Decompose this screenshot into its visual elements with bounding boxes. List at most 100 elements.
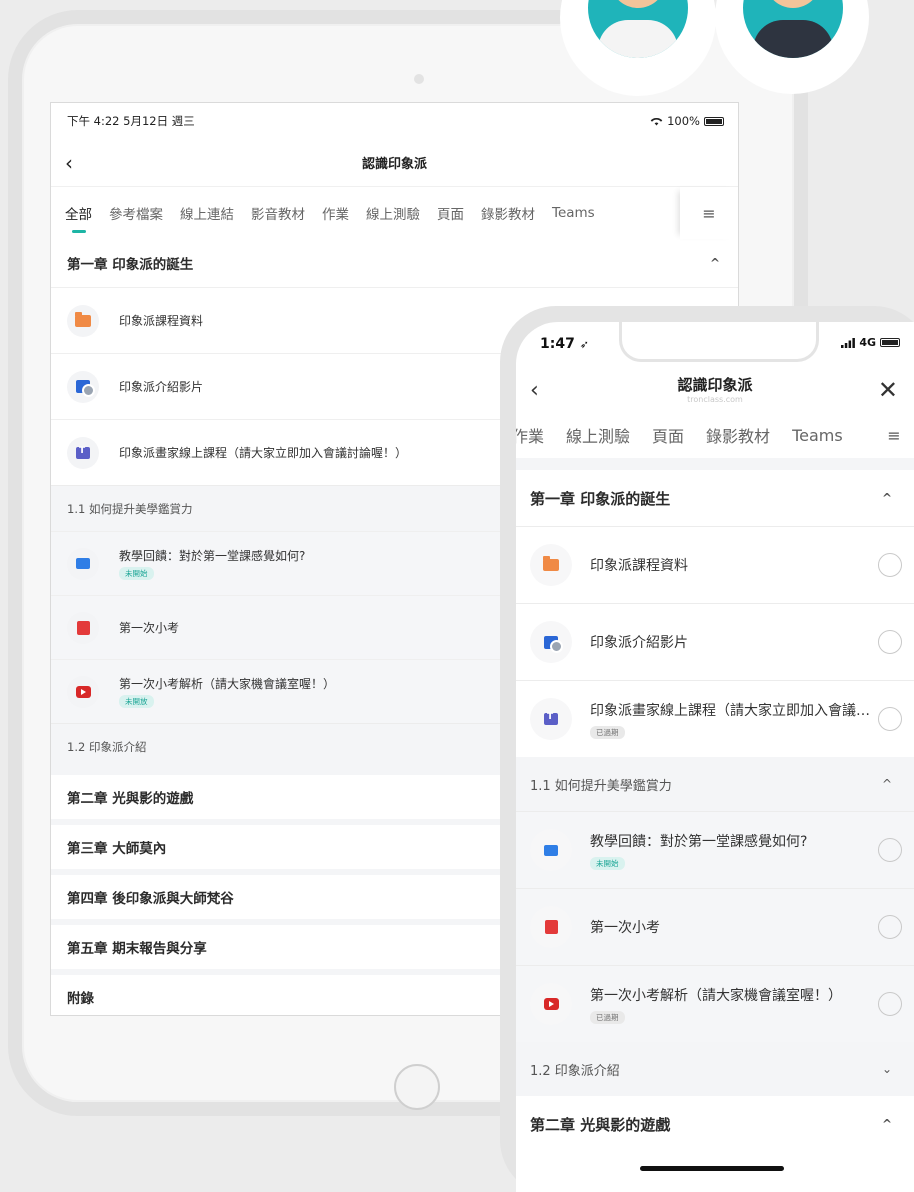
status-badge: 已過期 — [590, 1010, 625, 1024]
list-item[interactable]: 第一次小考解析（請大家機會議室喔！） 已過期 — [516, 965, 914, 1042]
battery-icon — [704, 116, 724, 126]
chapter-header[interactable]: 第一章 印象派的誕生 ^ — [516, 470, 914, 526]
tablet-nav-bar: ‹ 認識印象派 — [51, 139, 738, 187]
completion-radio[interactable] — [878, 630, 902, 654]
list-item[interactable]: 教學回饋：對於第一堂課感覺如何? 未開始 — [516, 811, 914, 888]
tablet-camera — [414, 74, 424, 84]
completion-radio[interactable] — [878, 992, 902, 1016]
list-item[interactable]: 印象派畫家線上課程（請大家立即加入會議討論喔！） 已過期 — [516, 680, 914, 757]
feedback-icon — [530, 829, 572, 871]
chapter-header[interactable]: 第一章 印象派的誕生 ^ — [51, 239, 738, 287]
item-label: 第一次小考解析（請大家機會議室喔！） — [119, 677, 336, 691]
chapter-title: 第三章 大師莫內 — [67, 841, 167, 857]
chapter-title: 第一章 印象派的誕生 — [530, 489, 671, 508]
completion-radio[interactable] — [878, 707, 902, 731]
tab-all[interactable]: 全部 — [65, 203, 92, 233]
list-item[interactable]: 印象派介紹影片 — [516, 603, 914, 680]
tablet-status-bar: 下午 4:22 5月12日 週三 100% — [51, 103, 738, 139]
tablet-tabs: 全部 參考檔案 線上連結 影音教材 作業 線上測驗 頁面 錄影教材 Teams … — [51, 187, 738, 239]
tablet-home-button[interactable] — [394, 1064, 440, 1110]
tab-teams[interactable]: Teams — [792, 426, 843, 445]
section-title: 1.1 如何提升美學鑑賞力 — [530, 778, 672, 794]
folder-icon — [530, 544, 572, 586]
item-label: 印象派畫家線上課程（請大家立即加入會議討論喔！） — [119, 446, 408, 460]
item-label: 印象派課程資料 — [590, 558, 688, 574]
tab-media[interactable]: 影音教材 — [251, 203, 305, 223]
video-icon — [530, 621, 572, 663]
location-arrow-icon: ➶ — [579, 338, 589, 351]
menu-icon[interactable]: ≡ — [680, 187, 738, 239]
phone-status-time: 1:47 — [540, 336, 575, 352]
phone-tabs: 作業 線上測驗 頁面 錄影教材 Teams ≡ — [516, 412, 914, 458]
tab-pages[interactable]: 頁面 — [652, 423, 684, 447]
domain-label: tronclass.com — [687, 395, 743, 404]
chevron-up-icon[interactable]: ^ — [882, 1117, 892, 1131]
item-label: 印象派畫家線上課程（請大家立即加入會議討論喔！） — [590, 702, 870, 719]
completion-radio[interactable] — [878, 553, 902, 577]
status-badge: 未開始 — [119, 567, 154, 580]
item-label: 印象派介紹影片 — [590, 635, 688, 651]
item-label: 第一次小考 — [119, 621, 180, 635]
item-label: 印象派課程資料 — [119, 314, 204, 328]
chapter-title: 附錄 — [67, 991, 94, 1007]
phone-module-list: 第一章 印象派的誕生 ^ 印象派課程資料 印象派介紹影片 印象派畫家線上課程（請… — [516, 458, 914, 1152]
tab-recordings[interactable]: 錄影教材 — [706, 423, 770, 447]
play-icon — [67, 675, 99, 708]
tab-teams[interactable]: Teams — [552, 205, 595, 221]
tab-pages[interactable]: 頁面 — [437, 203, 464, 223]
list-item[interactable]: 印象派課程資料 — [516, 526, 914, 603]
list-item[interactable]: 第一次小考 — [516, 888, 914, 965]
tab-quiz[interactable]: 線上測驗 — [366, 203, 420, 223]
home-indicator[interactable] — [640, 1166, 784, 1171]
promo-canvas: 下午 4:22 5月12日 週三 100% ‹ 認識印象派 全部 參考檔案 線上… — [0, 0, 914, 1192]
teams-icon — [67, 436, 99, 469]
tab-recordings[interactable]: 錄影教材 — [481, 203, 535, 223]
completion-radio[interactable] — [878, 838, 902, 862]
video-icon — [67, 370, 99, 403]
chevron-up-icon[interactable]: ^ — [882, 491, 892, 505]
item-label: 第一次小考解析（請大家機會議室喔！） — [590, 987, 842, 1004]
chevron-up-icon[interactable]: ^ — [882, 777, 892, 791]
close-icon[interactable]: ✕ — [878, 376, 898, 404]
tablet-status-time: 下午 4:22 5月12日 週三 — [67, 114, 195, 128]
folder-icon — [67, 304, 99, 337]
status-badge: 未開始 — [590, 856, 625, 870]
chapter-title: 第四章 後印象派與大師梵谷 — [67, 891, 234, 907]
teams-icon — [530, 698, 572, 740]
section-header[interactable]: 1.1 如何提升美學鑑賞力 ^ — [516, 757, 914, 811]
phone-nav-bar: ‹ 認識印象派 tronclass.com ✕ — [516, 368, 914, 412]
battery-icon — [880, 338, 900, 347]
menu-icon[interactable]: ≡ — [874, 412, 914, 458]
signal-icon — [841, 337, 856, 348]
page-title: 認識印象派 — [361, 157, 427, 172]
status-badge: 已過期 — [590, 725, 625, 739]
tab-links[interactable]: 線上連結 — [180, 203, 234, 223]
tab-references[interactable]: 參考檔案 — [109, 203, 163, 223]
tab-quiz[interactable]: 線上測驗 — [566, 423, 630, 447]
wifi-icon — [650, 117, 663, 126]
completion-radio[interactable] — [878, 915, 902, 939]
chapter-title: 第二章 光與影的遊戲 — [67, 791, 194, 807]
item-label: 印象派介紹影片 — [119, 380, 204, 394]
feedback-icon — [67, 547, 99, 580]
back-icon[interactable]: ‹ — [65, 151, 73, 175]
tab-homework[interactable]: 作業 — [322, 203, 349, 223]
phone-status-bar: 1:47 ➶ 4G — [516, 322, 914, 368]
chevron-up-icon[interactable]: ^ — [710, 256, 720, 270]
tab-homework[interactable]: 作業 — [516, 423, 544, 447]
exam-icon — [530, 906, 572, 948]
phone-screen: 1:47 ➶ 4G ‹ 認識印象派 tronclass.com ✕ 作業 線上測… — [516, 322, 914, 1192]
chapter-title: 第五章 期末報告與分享 — [67, 941, 207, 957]
chevron-down-icon[interactable]: ⌄ — [882, 1062, 892, 1076]
chapter-title: 第一章 印象派的誕生 — [67, 257, 194, 273]
exam-icon — [67, 611, 99, 644]
chapter-header[interactable]: 第二章 光與影的遊戲 ^ — [516, 1096, 914, 1152]
network-label: 4G — [859, 336, 876, 349]
item-label: 教學回饋：對於第一堂課感覺如何? — [590, 833, 808, 850]
section-title: 1.2 印象派介紹 — [530, 1063, 620, 1079]
section-header[interactable]: 1.2 印象派介紹 ⌄ — [516, 1042, 914, 1096]
chapter-title: 第二章 光與影的遊戲 — [530, 1115, 671, 1134]
item-label: 第一次小考 — [590, 920, 660, 936]
item-label: 教學回饋：對於第一堂課感覺如何? — [119, 549, 306, 563]
page-title: 認識印象派 — [677, 376, 753, 394]
